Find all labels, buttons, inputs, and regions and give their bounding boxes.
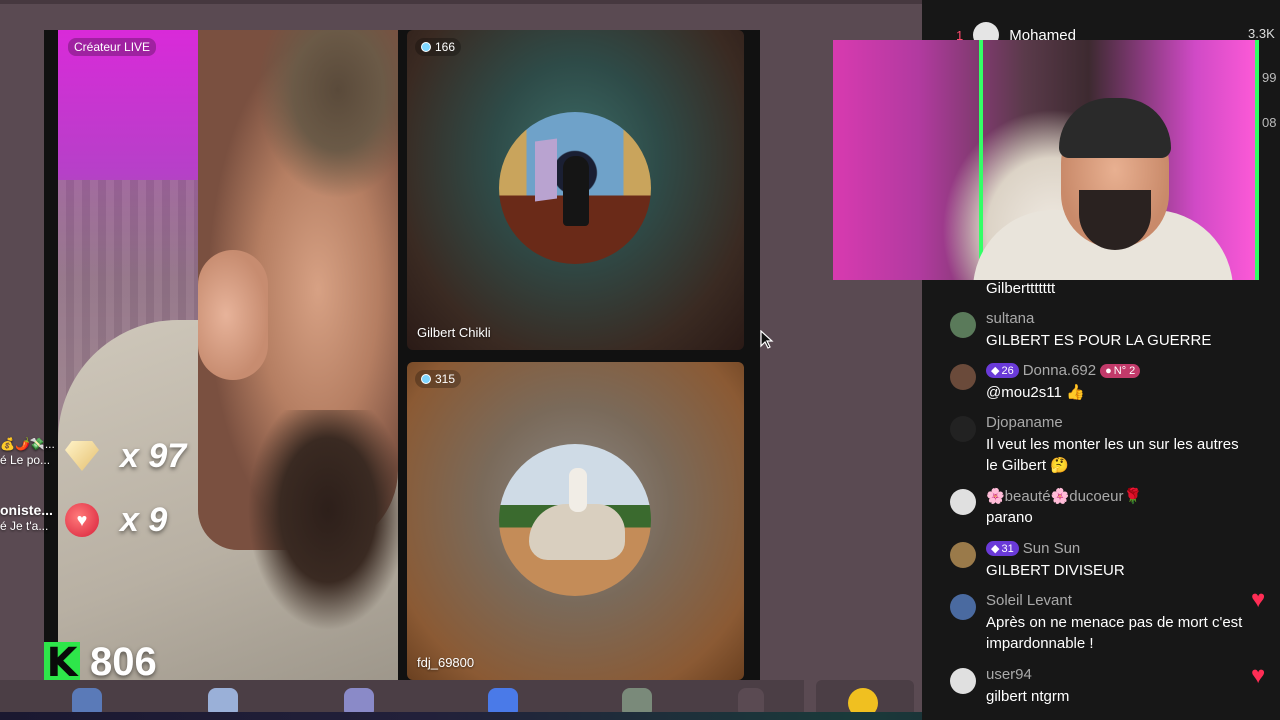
- rank-badge-text: N° 2: [1113, 364, 1136, 377]
- side-chip-2-line2: é Je t'a...: [0, 519, 49, 533]
- heart-icon: ♥: [1251, 662, 1266, 689]
- guest-1-name: Gilbert Chikli: [417, 325, 491, 340]
- streamer-webcam: [833, 40, 1259, 280]
- leaderboard-value-2: 99: [1262, 70, 1277, 85]
- gem-icon: ◆: [991, 365, 1000, 377]
- chat-message-text: Il veut les monter les un sur les autres…: [986, 436, 1239, 474]
- guest-tile-2[interactable]: 315 fdj_69800: [407, 362, 744, 680]
- gift-count-heart: x 9: [120, 500, 168, 539]
- side-chip-1-line2: é Le po...: [0, 453, 51, 467]
- guest-2-avatar: [499, 444, 651, 596]
- gem-icon: ◆: [991, 543, 1000, 555]
- chat-username[interactable]: user94: [986, 666, 1032, 683]
- guest-tile-1[interactable]: 166 Gilbert Chikli: [407, 30, 744, 350]
- avatar[interactable]: [950, 416, 976, 442]
- side-chip-1: 💰🌶️💸... é Le po...: [0, 436, 55, 468]
- neon-stripe: [979, 40, 983, 280]
- host-video-tile[interactable]: Créateur LIVE: [58, 30, 398, 680]
- score-value: 806: [90, 640, 157, 684]
- chat-message-text: GILBERT DIVISEUR: [986, 562, 1125, 579]
- chat-username: Sun Sun: [1022, 540, 1081, 557]
- side-chip-1-line1: 💰🌶️💸...: [0, 437, 55, 451]
- gem-badge-level: 31: [1001, 542, 1014, 555]
- medal-icon: ●: [1105, 364, 1112, 377]
- guest-1-viewer-count: 166: [435, 40, 456, 54]
- leaderboard-value-1: 3.3K: [1248, 26, 1275, 41]
- avatar[interactable]: [950, 312, 976, 338]
- chat-username[interactable]: 🌸beauté🌸ducoeur🌹: [986, 487, 1142, 505]
- neon-stripe: [1255, 40, 1259, 280]
- avatar[interactable]: [950, 489, 976, 515]
- chat-username-row[interactable]: ◆ 26 Donna.692 ● N° 2: [986, 362, 1141, 379]
- chat-message-text: parano: [986, 509, 1033, 526]
- chat-message: 🌸beauté🌸ducoeur🌹 parano: [950, 487, 1270, 531]
- heart-icon: ♥: [1251, 586, 1266, 613]
- avatar[interactable]: [950, 364, 976, 390]
- chat-message: Gilberttttttt: [950, 278, 1270, 300]
- guest-2-viewer-count: 315: [435, 372, 456, 386]
- chat-username[interactable]: Djopaname: [986, 414, 1063, 431]
- gift-combo-diamond: x 97: [62, 436, 186, 476]
- guest-2-viewer-badge: 315: [415, 370, 462, 388]
- top-bar: [0, 0, 922, 4]
- guest-1-viewer-badge: 166: [415, 38, 462, 56]
- gift-combo-heart: ♥ x 9: [62, 500, 167, 540]
- side-chip-2: oniste... é Je t'a...: [0, 502, 53, 534]
- avatar[interactable]: [950, 668, 976, 694]
- rank-badge: ● N° 2: [1100, 363, 1141, 378]
- chat-username[interactable]: sultana: [986, 310, 1034, 327]
- score-display: K 806: [44, 640, 157, 686]
- heart-face-icon: ♥: [62, 500, 102, 540]
- chat-username[interactable]: Soleil Levant: [986, 592, 1072, 609]
- chat-message: user94 gilbert ntgrm: [950, 666, 1270, 710]
- avatar[interactable]: [950, 542, 976, 568]
- streamer-hair: [1059, 98, 1171, 158]
- chat-message: Djopaname Il veut les monter les un sur …: [950, 414, 1270, 478]
- chat-message-text: Gilberttttttt: [986, 280, 1056, 297]
- leaderboard-value-3: 08: [1262, 115, 1277, 130]
- host-beard: [238, 410, 398, 650]
- viewer-icon: [421, 374, 431, 384]
- chat-username-row[interactable]: ◆ 31 Sun Sun: [986, 540, 1080, 557]
- mouse-cursor-icon: [760, 330, 774, 349]
- k-logo: K: [44, 640, 80, 686]
- host-ear: [198, 250, 268, 380]
- gem-badge-level: 26: [1001, 364, 1014, 377]
- chat-message-text: Après on ne menace pas de mort c'est imp…: [986, 614, 1243, 652]
- chat-message: ◆ 26 Donna.692 ● N° 2 @mou2s11 👍: [950, 362, 1270, 406]
- diamond-icon: [62, 436, 102, 476]
- guest-1-avatar: [499, 112, 651, 264]
- gem-badge: ◆ 26: [986, 363, 1019, 378]
- avatar[interactable]: [950, 594, 976, 620]
- host-label: Créateur LIVE: [68, 38, 157, 56]
- live-grid: Créateur LIVE 166 Gilbert Chikli 315 fdj…: [44, 30, 760, 680]
- chat-message: ◆ 31 Sun Sun GILBERT DIVISEUR: [950, 540, 1270, 584]
- chat-message-text: GILBERT ES POUR LA GUERRE: [986, 332, 1212, 349]
- host-hair: [228, 30, 398, 250]
- gem-badge: ◆ 31: [986, 541, 1019, 556]
- chat-message-text: gilbert ntgrm: [986, 688, 1070, 705]
- gift-count-diamond: x 97: [120, 436, 187, 475]
- chat-message: Soleil Levant Après on ne menace pas de …: [950, 592, 1270, 656]
- chat-username: Donna.692: [1022, 362, 1097, 379]
- side-chip-2-line1: oniste...: [0, 502, 53, 518]
- viewer-icon: [421, 42, 431, 52]
- chat-message: sultana GILBERT ES POUR LA GUERRE: [950, 310, 1270, 354]
- guest-2-name: fdj_69800: [417, 655, 475, 670]
- chat-message-text: @mou2s11 👍: [986, 384, 1085, 401]
